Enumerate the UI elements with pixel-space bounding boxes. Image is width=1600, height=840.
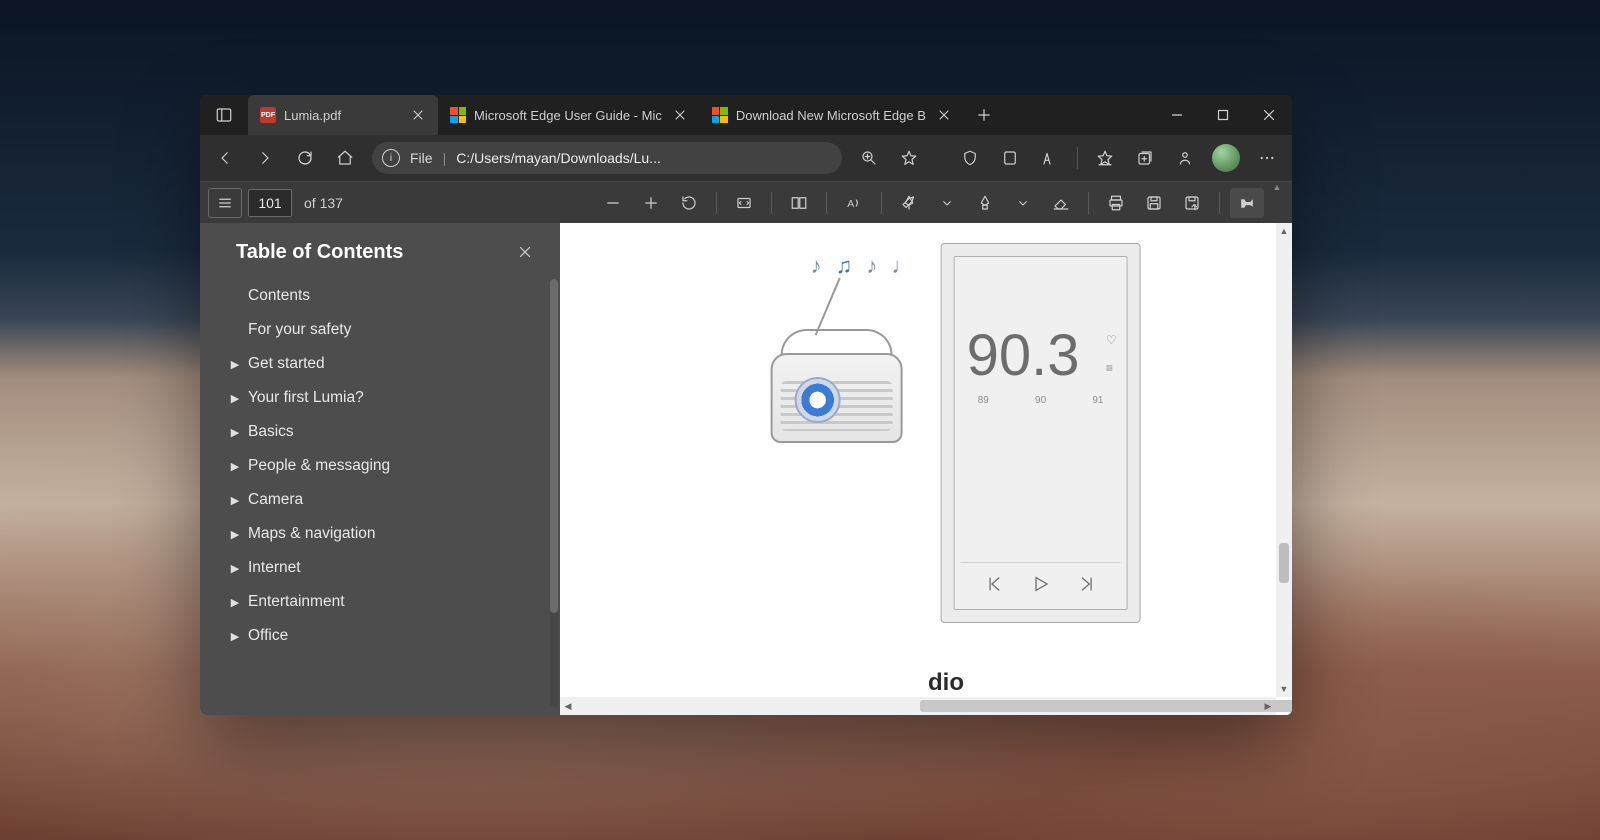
close-tab-button[interactable] <box>408 105 428 125</box>
close-window-button[interactable] <box>1246 95 1292 135</box>
home-button[interactable] <box>326 139 364 177</box>
tab-title: Lumia.pdf <box>284 108 400 123</box>
toc-item-your-first-lumia[interactable]: ▶Your first Lumia? <box>204 381 560 415</box>
navigation-bar: i File | C:/Users/mayan/Downloads/Lu... <box>200 135 1292 181</box>
extension-icon[interactable] <box>1031 139 1069 177</box>
toc-item-get-started[interactable]: ▶Get started <box>204 347 560 381</box>
radio-frequency: 90.3 <box>967 327 1080 385</box>
playback-controls <box>961 562 1121 609</box>
music-notes-icon: ♪ ♫ ♪ ♩ <box>811 253 918 279</box>
tab-strip: PDF Lumia.pdf Microsoft Edge User Guide … <box>248 95 964 135</box>
toc-title: Table of Contents <box>236 241 403 264</box>
rotate-button[interactable] <box>672 188 706 218</box>
toc-scrollbar[interactable] <box>550 279 558 707</box>
back-button[interactable] <box>206 139 244 177</box>
vertical-scrollbar[interactable]: ▲ ▼ <box>1276 223 1292 697</box>
save-button[interactable] <box>1137 188 1171 218</box>
frequency-ticks: 89 90 91 <box>955 395 1127 406</box>
skip-previous-icon <box>984 573 1006 595</box>
draw-dropdown[interactable] <box>930 188 964 218</box>
tab-title: Microsoft Edge User Guide - Mic <box>474 108 662 123</box>
toc-item-people-messaging[interactable]: ▶People & messaging <box>204 449 560 483</box>
toc-item-basics[interactable]: ▶Basics <box>204 415 560 449</box>
highlight-button[interactable] <box>968 188 1002 218</box>
pdf-toolbar: of 137 A ▲ <box>200 181 1292 223</box>
fit-page-button[interactable] <box>727 188 761 218</box>
profile-avatar[interactable] <box>1212 144 1240 172</box>
toc-item-camera[interactable]: ▶Camera <box>204 483 560 517</box>
tab-download-edge[interactable]: Download New Microsoft Edge B <box>700 95 964 135</box>
zoom-out-button[interactable] <box>596 188 630 218</box>
address-scheme: File <box>410 150 433 166</box>
list-icon: ≡ <box>1106 361 1117 375</box>
svg-text:A: A <box>847 197 854 209</box>
table-of-contents-panel: Table of Contents ▶Contents ▶For your sa… <box>200 223 560 715</box>
tab-edge-user-guide[interactable]: Microsoft Edge User Guide - Mic <box>438 95 700 135</box>
close-toc-button[interactable] <box>512 239 538 265</box>
pdf-icon: PDF <box>260 107 276 123</box>
settings-and-more-button[interactable] <box>1248 139 1286 177</box>
partial-heading-text: dio <box>928 669 964 697</box>
vertical-tabs-button[interactable] <box>200 95 248 135</box>
address-path: C:/Users/mayan/Downloads/Lu... <box>456 150 832 166</box>
page-number-input[interactable] <box>248 189 292 217</box>
page-total-label: of 137 <box>304 195 343 211</box>
new-tab-button[interactable] <box>964 95 1004 135</box>
toc-item-maps-navigation[interactable]: ▶Maps & navigation <box>204 517 560 551</box>
tab-title: Download New Microsoft Edge B <box>736 108 926 123</box>
draw-button[interactable] <box>892 188 926 218</box>
read-aloud-button[interactable]: A <box>837 188 871 218</box>
scroll-up-arrow[interactable]: ▲ <box>1270 182 1284 223</box>
print-button[interactable] <box>1099 188 1133 218</box>
microsoft-icon <box>712 107 728 123</box>
toc-list: ▶Contents ▶For your safety ▶Get started … <box>200 279 560 715</box>
radio-illustration: ♪ ♫ ♪ ♩ <box>771 243 921 443</box>
titlebar: PDF Lumia.pdf Microsoft Edge User Guide … <box>200 95 1292 135</box>
phone-illustration: 90.3 ♡ ≡ 89 90 91 <box>941 243 1141 623</box>
highlight-dropdown[interactable] <box>1006 188 1040 218</box>
tab-lumia-pdf[interactable]: PDF Lumia.pdf <box>248 95 438 135</box>
address-bar[interactable]: i File | C:/Users/mayan/Downloads/Lu... <box>372 142 842 174</box>
close-tab-button[interactable] <box>670 105 690 125</box>
office-icon[interactable] <box>991 139 1029 177</box>
collections-button[interactable] <box>1126 139 1164 177</box>
page-view-button[interactable] <box>782 188 816 218</box>
maximize-button[interactable] <box>1200 95 1246 135</box>
pin-toolbar-button[interactable] <box>1230 188 1264 218</box>
pdf-page-area[interactable]: ♪ ♫ ♪ ♩ 90.3 ♡ ≡ <box>560 223 1292 715</box>
toc-item-office[interactable]: ▶Office <box>204 619 560 653</box>
skip-next-icon <box>1075 573 1097 595</box>
site-info-icon[interactable]: i <box>382 149 400 167</box>
pdf-content-area: Table of Contents ▶Contents ▶For your sa… <box>200 223 1292 715</box>
window-controls <box>1154 95 1292 135</box>
refresh-button[interactable] <box>286 139 324 177</box>
erase-button[interactable] <box>1044 188 1078 218</box>
page-illustration: ♪ ♫ ♪ ♩ 90.3 ♡ ≡ <box>771 243 1141 623</box>
toc-item-entertainment[interactable]: ▶Entertainment <box>204 585 560 619</box>
minimize-button[interactable] <box>1154 95 1200 135</box>
favorite-star-button[interactable] <box>890 139 928 177</box>
horizontal-scrollbar[interactable]: ◀ ▶ <box>560 697 1276 715</box>
toc-item-contents[interactable]: ▶Contents <box>204 279 560 313</box>
zoom-in-button[interactable] <box>634 188 668 218</box>
share-button[interactable] <box>1166 139 1204 177</box>
toc-toggle-button[interactable] <box>208 188 242 218</box>
browser-window: PDF Lumia.pdf Microsoft Edge User Guide … <box>200 95 1292 715</box>
address-separator: | <box>443 150 447 166</box>
favorites-button[interactable] <box>1086 139 1124 177</box>
toc-item-internet[interactable]: ▶Internet <box>204 551 560 585</box>
microsoft-icon <box>450 107 466 123</box>
save-as-button[interactable] <box>1175 188 1209 218</box>
toolbar-separator <box>1077 147 1078 169</box>
toc-item-for-your-safety[interactable]: ▶For your safety <box>204 313 560 347</box>
forward-button[interactable] <box>246 139 284 177</box>
play-icon <box>1030 573 1052 595</box>
heart-icon: ♡ <box>1106 333 1117 347</box>
close-tab-button[interactable] <box>934 105 954 125</box>
zoom-button[interactable] <box>850 139 888 177</box>
tracking-prevention-icon[interactable] <box>951 139 989 177</box>
